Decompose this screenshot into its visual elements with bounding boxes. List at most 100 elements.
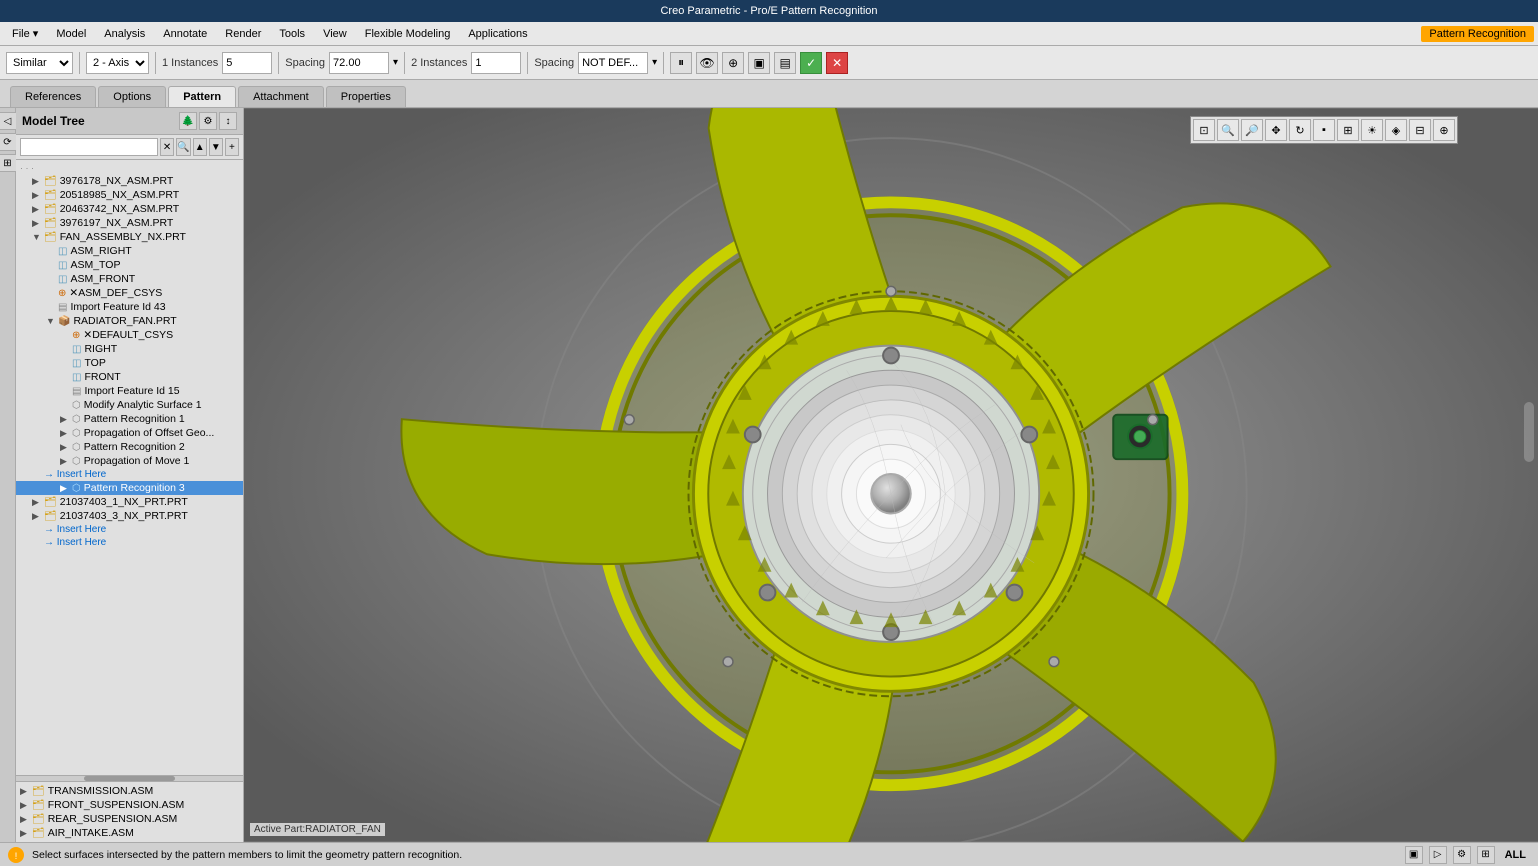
status-btn-4[interactable]: ⊞ (1477, 846, 1495, 864)
axis-select[interactable]: 2 - Axis 1 - Axis 3 - Axis (86, 52, 149, 74)
tree-toggle-3976197[interactable]: ▶ (32, 218, 44, 229)
tree-toggle-20463742[interactable]: ▶ (32, 204, 44, 215)
tree-toggle-20518985[interactable]: ▶ (32, 190, 44, 201)
tree-item-21037403-3[interactable]: ▶ 🗂 21037403_3_NX_PRT.PRT (16, 509, 243, 523)
spacing2-input[interactable] (578, 52, 648, 74)
viewport[interactable]: ⊡ 🔍 🔎 ✥ ↻ ▪ ⊞ ☀ ◈ ⊟ ⊕ Active Part:RADIAT… (244, 108, 1538, 842)
vp-btn-zoom-out[interactable]: 🔎 (1241, 119, 1263, 141)
square2-button[interactable]: ▤ (774, 52, 796, 74)
insert-here-3[interactable]: → Insert Here (16, 536, 243, 549)
search-add-btn[interactable]: + (225, 138, 239, 156)
tree-item-3976178[interactable]: ▶ 🗂 3976178_NX_ASM.PRT (16, 174, 243, 188)
status-btn-2[interactable]: ▷ (1429, 846, 1447, 864)
tree-toggle-3976178[interactable]: ▶ (32, 176, 44, 187)
viewport-scrollbar[interactable] (1524, 402, 1534, 462)
menu-tools[interactable]: Tools (271, 26, 313, 42)
vp-btn-pan[interactable]: ✥ (1265, 119, 1287, 141)
status-btn-1[interactable]: ▣ (1405, 846, 1423, 864)
tree-item-default-csys[interactable]: ⊕ ✕DEFAULT_CSYS (16, 328, 243, 342)
tree-item-pattern-rec-1[interactable]: ▶ ⬡ Pattern Recognition 1 (16, 412, 243, 426)
tree-toggle-pattern3[interactable]: ▶ (60, 483, 72, 494)
tree-item-propagation-1[interactable]: ▶ ⬡ Propagation of Offset Geo... (16, 426, 243, 440)
tree-item-import-feat-15[interactable]: ▤ Import Feature Id 15 (16, 384, 243, 398)
search-go-btn[interactable]: 🔍 (176, 138, 190, 156)
sidebar-settings-btn[interactable]: ⚙ (199, 112, 217, 130)
search-next-btn[interactable]: ▼ (209, 138, 223, 156)
status-btn-3[interactable]: ⚙ (1453, 846, 1471, 864)
instance1-input[interactable] (222, 52, 272, 74)
tab-attachment[interactable]: Attachment (238, 86, 324, 107)
tree-item-radiator-fan[interactable]: ▼ 📦 RADIATOR_FAN.PRT (16, 314, 243, 328)
search-prev-btn[interactable]: ▲ (193, 138, 207, 156)
collapsed-rear-suspension[interactable]: ▶ 🗂 REAR_SUSPENSION.ASM (16, 812, 243, 826)
eye-button[interactable]: 👁 (696, 52, 718, 74)
square1-button[interactable]: ▣ (748, 52, 770, 74)
collapsed-air-intake[interactable]: ▶ 🗂 AIR_INTAKE.ASM (16, 826, 243, 840)
collapsed-transmission[interactable]: ▶ 🗂 TRANSMISSION.ASM (16, 784, 243, 798)
tree-toggle-fan-assembly[interactable]: ▼ (32, 232, 44, 242)
tree-item-top[interactable]: ◫ TOP (16, 356, 243, 370)
tab-references[interactable]: References (10, 86, 96, 107)
left-btn-3[interactable]: ⊞ (0, 154, 17, 172)
menu-render[interactable]: Render (217, 26, 269, 42)
left-btn-1[interactable]: ◁ (0, 112, 17, 130)
confirm-button[interactable]: ✓ (800, 52, 822, 74)
vp-btn-orient[interactable]: ⊕ (1433, 119, 1455, 141)
vp-btn-view1[interactable]: ▪ (1313, 119, 1335, 141)
left-btn-2[interactable]: ⟳ (0, 133, 17, 151)
tree-item-import-feat-43[interactable]: ▤ Import Feature Id 43 (16, 300, 243, 314)
collapsed-front-suspension[interactable]: ▶ 🗂 FRONT_SUSPENSION.ASM (16, 798, 243, 812)
menu-file[interactable]: File ▾ (4, 25, 46, 42)
search-input[interactable] (20, 138, 158, 156)
tree-item-front[interactable]: ◫ FRONT (16, 370, 243, 384)
tree-item-fan-assembly[interactable]: ▼ 🗂 FAN_ASSEMBLY_NX.PRT (16, 230, 243, 244)
menu-annotate[interactable]: Annotate (155, 26, 215, 42)
cancel-button[interactable]: ✕ (826, 52, 848, 74)
menu-model[interactable]: Model (48, 26, 94, 42)
tree-item-modify-analytic[interactable]: ⬡ Modify Analytic Surface 1 (16, 398, 243, 412)
tree-item-20518985[interactable]: ▶ 🗂 20518985_NX_ASM.PRT (16, 188, 243, 202)
tree-toggle-prop1[interactable]: ▶ (60, 428, 72, 439)
tree-toggle-prop2[interactable]: ▶ (60, 456, 72, 467)
tab-properties[interactable]: Properties (326, 86, 406, 107)
menu-analysis[interactable]: Analysis (96, 26, 153, 42)
instance2-input[interactable] (471, 52, 521, 74)
tree-item-asm-def-csys[interactable]: ⊕ ✕ASM_DEF_CSYS (16, 286, 243, 300)
tree-toggle-21037403-1[interactable]: ▶ (32, 497, 44, 508)
pause-button[interactable]: ⏸ (670, 52, 692, 74)
spacing1-input[interactable] (329, 52, 389, 74)
tree-item-asm-right[interactable]: ◫ ASM_RIGHT (16, 244, 243, 258)
sidebar-tree-btn[interactable]: 🌲 (179, 112, 197, 130)
vp-btn-perspective[interactable]: ◈ (1385, 119, 1407, 141)
menu-pattern-recognition[interactable]: Pattern Recognition (1421, 26, 1534, 42)
type-select[interactable]: Similar Identical Mirror (6, 52, 73, 74)
sidebar-expand-btn[interactable]: ↕ (219, 112, 237, 130)
tree-toggle-21037403-3[interactable]: ▶ (32, 511, 44, 522)
vp-btn-zoom-area[interactable]: ⊡ (1193, 119, 1215, 141)
tree-item-asm-front[interactable]: ◫ ASM_FRONT (16, 272, 243, 286)
tab-pattern[interactable]: Pattern (168, 86, 236, 107)
vp-btn-section[interactable]: ⊟ (1409, 119, 1431, 141)
insert-here-1[interactable]: → Insert Here (16, 468, 243, 481)
tree-toggle-radiator-fan[interactable]: ▼ (46, 316, 58, 326)
tab-options[interactable]: Options (98, 86, 166, 107)
zoom-button[interactable]: ⊕ (722, 52, 744, 74)
tree-item-3976197[interactable]: ▶ 🗂 3976197_NX_ASM.PRT (16, 216, 243, 230)
menu-view[interactable]: View (315, 26, 355, 42)
vp-btn-rotate[interactable]: ↻ (1289, 119, 1311, 141)
tree-item-pattern-rec-3[interactable]: ▶ ⬡ Pattern Recognition 3 (16, 481, 243, 495)
tree-item-pattern-rec-2[interactable]: ▶ ⬡ Pattern Recognition 2 (16, 440, 243, 454)
vp-btn-lighting[interactable]: ☀ (1361, 119, 1383, 141)
tree-toggle-pattern1[interactable]: ▶ (60, 414, 72, 425)
search-clear-btn[interactable]: ✕ (160, 138, 174, 156)
tree-toggle-pattern2[interactable]: ▶ (60, 442, 72, 453)
vp-btn-view2[interactable]: ⊞ (1337, 119, 1359, 141)
tree-item-20463742[interactable]: ▶ 🗂 20463742_NX_ASM.PRT (16, 202, 243, 216)
tree-item-propagation-2[interactable]: ▶ ⬡ Propagation of Move 1 (16, 454, 243, 468)
tree-item-asm-top[interactable]: ◫ ASM_TOP (16, 258, 243, 272)
insert-here-2[interactable]: → Insert Here (16, 523, 243, 536)
tree-item-right[interactable]: ◫ RIGHT (16, 342, 243, 356)
menu-applications[interactable]: Applications (460, 26, 535, 42)
vp-btn-zoom-in[interactable]: 🔍 (1217, 119, 1239, 141)
menu-flexible-modeling[interactable]: Flexible Modeling (357, 26, 459, 42)
